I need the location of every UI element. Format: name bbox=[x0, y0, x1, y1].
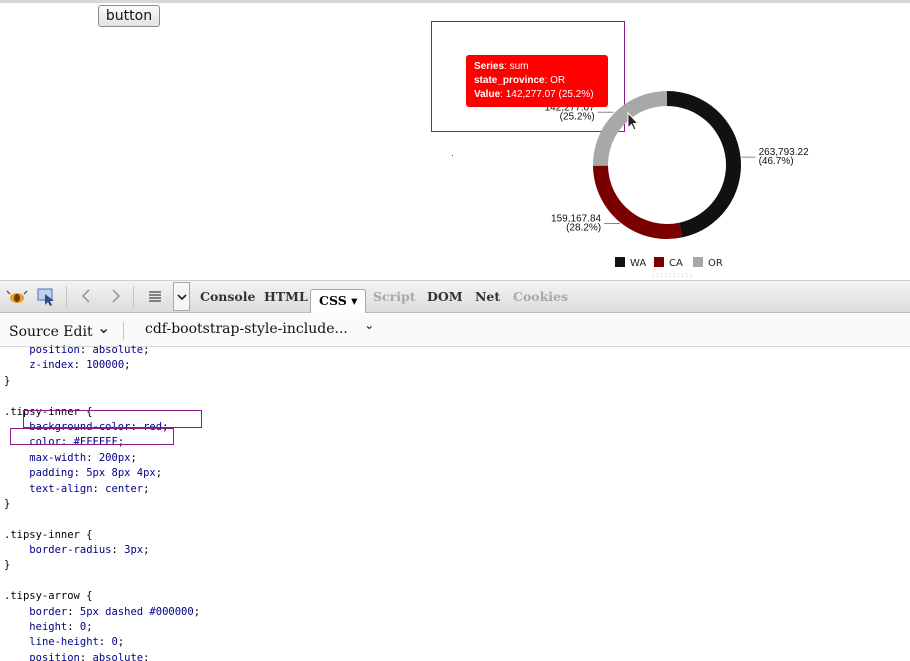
tab-dom[interactable]: DOM bbox=[427, 288, 463, 306]
css-property-value: absolute bbox=[92, 344, 144, 356]
toolbar-divider bbox=[66, 286, 67, 308]
tab-html[interactable]: HTML bbox=[264, 288, 308, 306]
code-line: } bbox=[4, 374, 11, 387]
stray-dot bbox=[452, 155, 453, 156]
code-line: position: absolute; bbox=[29, 344, 150, 356]
chevron-down-icon: ⌄ bbox=[364, 318, 375, 332]
css-property-name: position bbox=[29, 651, 80, 661]
tab-console[interactable]: Console bbox=[200, 288, 255, 306]
css-property-name: text-align bbox=[29, 482, 93, 495]
source-edit-button[interactable]: Source Edit ⌄ bbox=[9, 318, 111, 340]
css-property-value: 0 bbox=[111, 636, 118, 649]
code-line: .tipsy-arrow { bbox=[4, 589, 904, 604]
css-property-name: z-index bbox=[29, 359, 74, 372]
slice-percent-label: (28.2%) bbox=[566, 223, 601, 234]
chart-tooltip: Series: sum state_province: OR Value: 14… bbox=[466, 55, 608, 107]
code-line: text-align: center; bbox=[29, 482, 150, 495]
css-property-value: absolute bbox=[92, 651, 144, 661]
legend-label-wa[interactable]: WA bbox=[630, 258, 646, 269]
css-property-value: 0 bbox=[79, 621, 87, 634]
css-property-name: line-height bbox=[29, 636, 99, 649]
tab-net[interactable]: Net bbox=[475, 288, 500, 306]
tab-script[interactable]: Script bbox=[373, 288, 416, 306]
css-property-name: border bbox=[29, 605, 68, 618]
css-subtoolbar: Source Edit ⌄ cdf-bootstrap-style-includ… bbox=[0, 313, 910, 347]
code-line: position: absolute; bbox=[4, 651, 904, 661]
highlight-box-color bbox=[10, 428, 174, 445]
css-property-name: height bbox=[29, 621, 68, 634]
code-line: line-height: 0; bbox=[29, 636, 125, 649]
slice-percent-label: (46.7%) bbox=[759, 156, 794, 167]
chevron-down-icon: ⌄ bbox=[97, 318, 111, 337]
code-line: .tipsy-inner { bbox=[4, 528, 904, 543]
css-property-name: position bbox=[29, 344, 80, 356]
resize-grip-icon[interactable]: :::::::::: bbox=[651, 271, 693, 279]
code-line: height: 0; bbox=[29, 621, 93, 634]
donut-slice-ca[interactable] bbox=[593, 165, 683, 239]
css-property-name: max-width bbox=[29, 451, 87, 464]
toolbar-divider bbox=[133, 286, 134, 308]
css-property-value: center bbox=[105, 482, 144, 495]
css-property-value: 5px dashed #000000 bbox=[79, 605, 194, 618]
code-line: z-index: 100000; bbox=[29, 359, 131, 372]
list-menu-icon[interactable] bbox=[143, 285, 167, 309]
legend-label-ca[interactable]: CA bbox=[669, 258, 683, 269]
devtools-toolbar: Console HTML CSS ▾ Script DOM Net Cookie… bbox=[0, 280, 910, 313]
highlight-box-background-color bbox=[23, 410, 202, 428]
css-property-name: border-radius bbox=[29, 544, 112, 557]
css-selector: .tipsy-arrow { bbox=[4, 590, 93, 603]
tab-css[interactable]: CSS ▾ bbox=[310, 289, 367, 313]
code-line: padding: 5px 8px 4px; bbox=[29, 467, 163, 480]
code-line: border: 5px dashed #000000; bbox=[29, 605, 201, 618]
legend-swatch-or bbox=[693, 257, 703, 267]
forward-arrow-icon[interactable] bbox=[103, 285, 127, 309]
panel-dropdown-button[interactable] bbox=[173, 282, 190, 311]
donut-chart: 263,793.22(46.7%)159,167.84(28.2%)142,27… bbox=[431, 21, 809, 279]
code-line: } bbox=[4, 559, 11, 572]
css-property-value: 200px bbox=[98, 451, 131, 464]
code-line: max-width: 200px; bbox=[29, 451, 137, 464]
tab-css-arrow-icon: ▾ bbox=[351, 293, 358, 308]
back-arrow-icon[interactable] bbox=[75, 285, 99, 309]
code-line: border-radius: 3px; bbox=[29, 544, 150, 557]
subbar-divider bbox=[123, 322, 124, 340]
tab-css-label: CSS bbox=[319, 293, 347, 308]
stylesheet-selector[interactable]: cdf-bootstrap-style-include... ⌄ bbox=[145, 318, 375, 337]
css-property-value: 100000 bbox=[86, 359, 125, 372]
tooltip-value-row: Value: 142,277.07 (25.2%) bbox=[474, 89, 594, 100]
inspect-icon[interactable] bbox=[34, 285, 58, 309]
tab-cookies[interactable]: Cookies bbox=[513, 288, 568, 306]
tooltip-field-row: state_province: OR bbox=[474, 75, 566, 86]
css-property-name: padding bbox=[29, 467, 74, 480]
slice-percent-label: (25.2%) bbox=[560, 111, 595, 122]
tooltip-series-row: Series: sum bbox=[474, 61, 529, 72]
legend-swatch-ca bbox=[654, 257, 664, 267]
legend-swatch-wa bbox=[615, 257, 625, 267]
css-property-value: 5px 8px 4px bbox=[86, 467, 156, 480]
chevron-down-icon bbox=[176, 294, 187, 301]
css-selector: .tipsy-inner { bbox=[4, 528, 93, 541]
css-source-editor[interactable]: position: absolute; z-index: 100000;} .ti… bbox=[4, 343, 904, 661]
code-line: } bbox=[4, 497, 11, 510]
firebug-icon[interactable] bbox=[5, 285, 29, 309]
legend-label-or[interactable]: OR bbox=[708, 258, 723, 269]
css-property-value: 3px bbox=[124, 544, 144, 557]
donut-slice-wa[interactable] bbox=[667, 91, 741, 238]
